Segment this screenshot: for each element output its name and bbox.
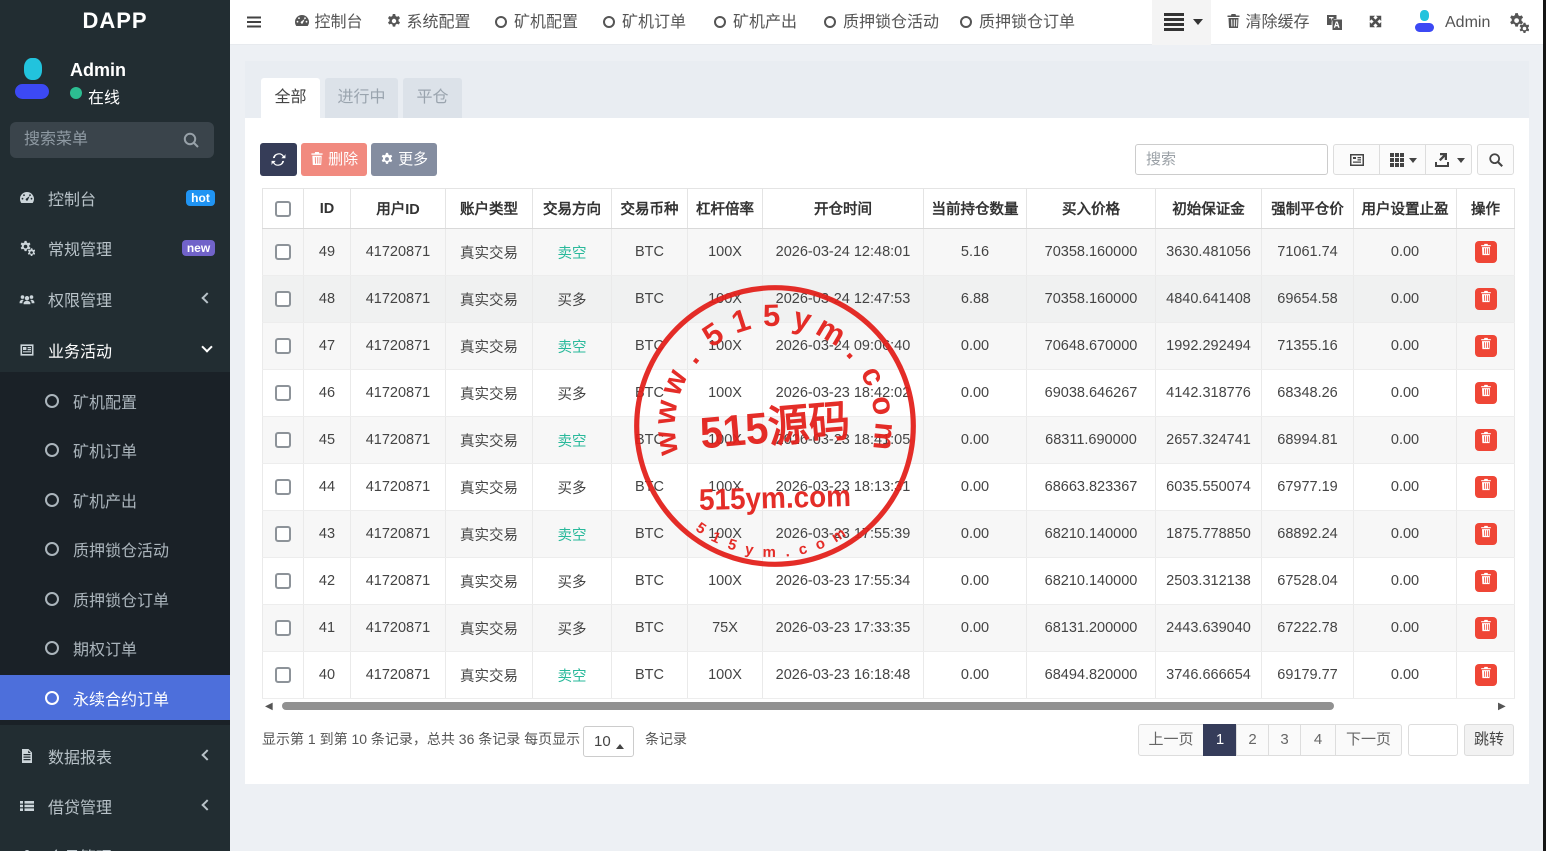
svg-text:m: m xyxy=(810,309,852,353)
svg-text:515ym.com: 515ym.com xyxy=(699,480,852,517)
svg-text:c: c xyxy=(854,360,893,391)
svg-text:515源码: 515源码 xyxy=(698,397,852,459)
svg-text:y: y xyxy=(790,300,816,338)
svg-text:w: w xyxy=(652,363,694,401)
svg-text:o: o xyxy=(865,393,903,418)
svg-text:.: . xyxy=(840,335,871,365)
svg-text:1: 1 xyxy=(727,302,754,341)
svg-text:w: w xyxy=(646,397,684,427)
svg-text:515ym.com: 515ym.com xyxy=(693,519,858,561)
svg-text:5: 5 xyxy=(762,298,780,334)
svg-text:w: w xyxy=(647,428,686,459)
svg-text:.: . xyxy=(674,341,706,370)
svg-text:5: 5 xyxy=(696,315,730,354)
svg-text:m: m xyxy=(866,421,903,452)
